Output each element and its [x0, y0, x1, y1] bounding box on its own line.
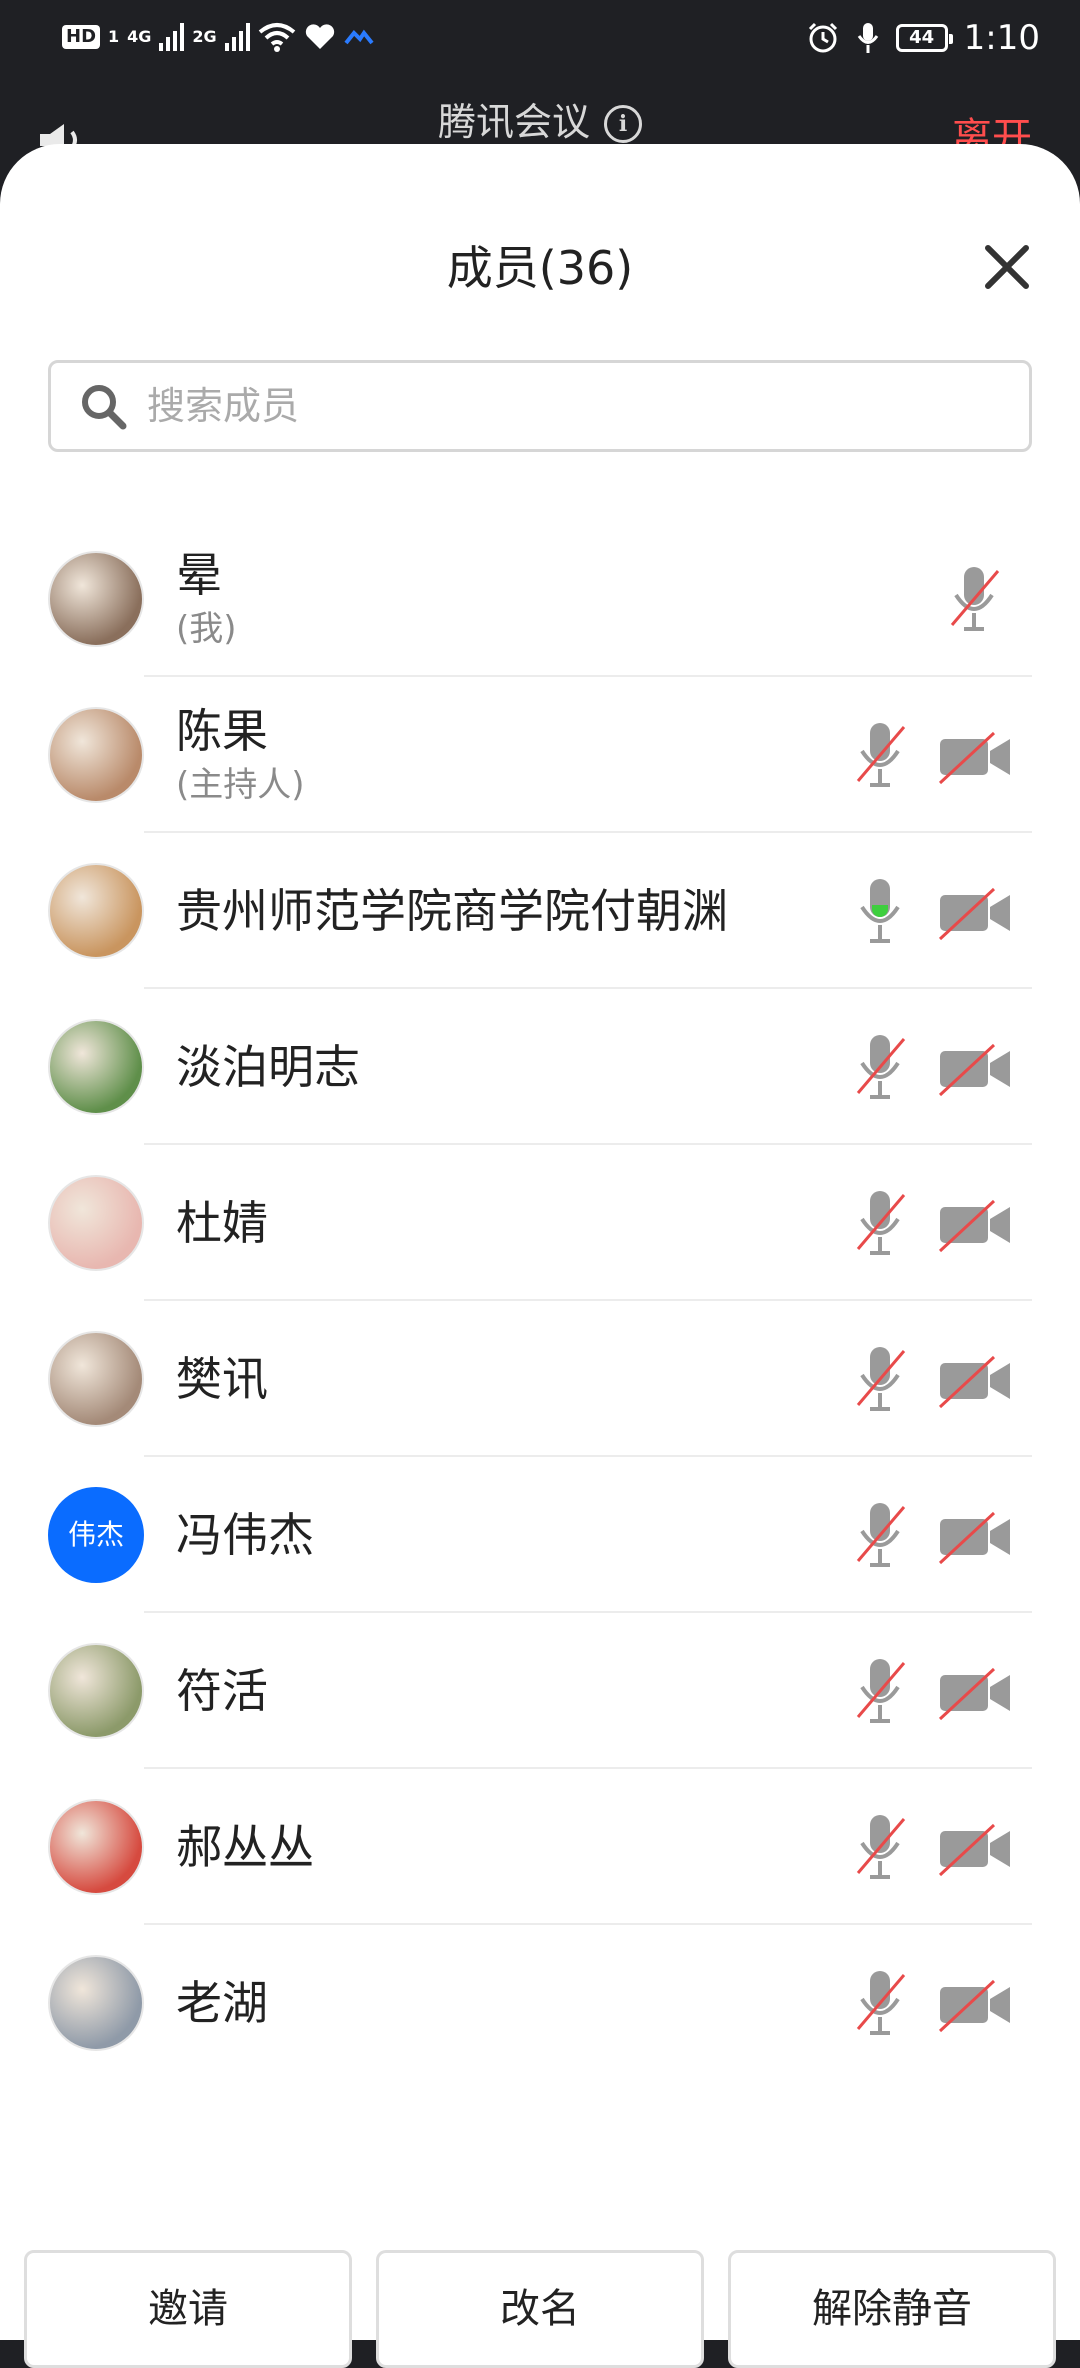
- avatar: 伟杰: [48, 1487, 144, 1583]
- member-name: 冯伟杰: [176, 1508, 314, 1562]
- heart-icon: [305, 24, 334, 49]
- mic-muted-icon[interactable]: [850, 717, 910, 793]
- member-row[interactable]: 贵州师范学院商学院付朝渊: [0, 833, 1080, 989]
- member-name: 贵州师范学院商学院付朝渊: [176, 884, 728, 938]
- avatar: [48, 1019, 144, 1115]
- mic-active-icon[interactable]: [850, 873, 910, 949]
- search-icon: [82, 385, 127, 430]
- status-bar: HD 1 4G 2G 44 1:10: [0, 0, 1080, 84]
- member-role: (我): [176, 609, 237, 649]
- info-icon[interactable]: i: [604, 105, 642, 143]
- member-row[interactable]: 郝丛丛: [0, 1769, 1080, 1925]
- member-name: 晕: [176, 548, 222, 602]
- member-row[interactable]: 晕 (我): [0, 521, 1080, 677]
- camera-off-icon[interactable]: [936, 885, 1014, 941]
- meeting-app-icon: [344, 29, 374, 45]
- camera-off-icon[interactable]: [936, 1977, 1014, 2033]
- camera-off-icon[interactable]: [936, 1665, 1014, 1721]
- mic-muted-icon[interactable]: [850, 1653, 910, 1729]
- camera-off-icon[interactable]: [936, 1821, 1014, 1877]
- unmute-all-button[interactable]: 解除静音: [728, 2250, 1056, 2368]
- avatar: [48, 1955, 144, 2051]
- mic-muted-icon[interactable]: [850, 1341, 910, 1417]
- search-input[interactable]: [145, 383, 969, 429]
- wifi-icon: [258, 23, 295, 52]
- mic-muted-icon[interactable]: [850, 1497, 910, 1573]
- member-row[interactable]: 符活: [0, 1613, 1080, 1769]
- member-row[interactable]: 樊讯: [0, 1301, 1080, 1457]
- member-row[interactable]: 老湖: [0, 1925, 1080, 2081]
- member-list: 晕 (我) 陈果 (主持人) 贵州师范学院商学院付朝渊 淡泊明志杜婧樊讯伟杰 冯伟杰符活郝丛…: [0, 521, 1080, 2081]
- member-row[interactable]: 杜婧: [0, 1145, 1080, 1301]
- avatar: [48, 1643, 144, 1739]
- network-4g-label: 4G: [127, 27, 152, 46]
- member-row[interactable]: 伟杰 冯伟杰: [0, 1457, 1080, 1613]
- mic-muted-icon[interactable]: [850, 1809, 910, 1885]
- member-name: 淡泊明志: [176, 1040, 360, 1094]
- meeting-title-text: 腾讯会议: [437, 100, 590, 144]
- alarm-icon: [808, 22, 837, 53]
- mic-muted-icon[interactable]: [850, 1965, 910, 2041]
- mic-muted-icon[interactable]: [944, 561, 1004, 637]
- avatar: [48, 863, 144, 959]
- member-name: 杜婧: [176, 1196, 268, 1250]
- camera-off-icon[interactable]: [936, 729, 1014, 785]
- member-name: 老湖: [176, 1976, 268, 2030]
- clock: 1:10: [963, 18, 1040, 58]
- invite-button[interactable]: 邀请: [24, 2250, 352, 2368]
- network-2g-label: 2G: [192, 27, 217, 46]
- avatar: [48, 1331, 144, 1427]
- camera-off-icon[interactable]: [936, 1041, 1014, 1097]
- mic-muted-icon[interactable]: [850, 1185, 910, 1261]
- avatar: [48, 551, 144, 647]
- member-name: 郝丛丛: [176, 1820, 314, 1874]
- battery-icon: 44: [895, 24, 953, 52]
- signal-bars-icon: [224, 23, 250, 51]
- mic-muted-icon[interactable]: [850, 1029, 910, 1105]
- close-icon[interactable]: [974, 234, 1040, 300]
- member-name: 樊讯: [176, 1352, 268, 1406]
- search-box[interactable]: [48, 360, 1032, 452]
- member-name: 陈果: [176, 704, 268, 758]
- camera-off-icon[interactable]: [936, 1353, 1014, 1409]
- hd-indicator: HD: [62, 25, 101, 49]
- avatar: [48, 1799, 144, 1895]
- member-role: (主持人): [176, 765, 305, 805]
- member-name: 符活: [176, 1664, 268, 1718]
- panel-title: 成员(36): [446, 241, 634, 295]
- camera-off-icon[interactable]: [936, 1197, 1014, 1253]
- rename-button[interactable]: 改名: [376, 2250, 704, 2368]
- avatar: [48, 707, 144, 803]
- sim-indicator: 1: [108, 27, 120, 46]
- avatar: [48, 1175, 144, 1271]
- meeting-title: 腾讯会议 i: [0, 92, 1080, 152]
- member-row[interactable]: 淡泊明志: [0, 989, 1080, 1145]
- members-panel: 成员(36) 晕 (我) 陈果 (主持人) 贵州师范学院商学院付朝渊淡泊明志杜婧樊讯伟杰…: [0, 144, 1080, 2368]
- camera-off-icon[interactable]: [936, 1509, 1014, 1565]
- member-row[interactable]: 陈果 (主持人): [0, 677, 1080, 833]
- signal-bars-icon: [159, 23, 185, 51]
- mic-status-icon: [857, 23, 878, 53]
